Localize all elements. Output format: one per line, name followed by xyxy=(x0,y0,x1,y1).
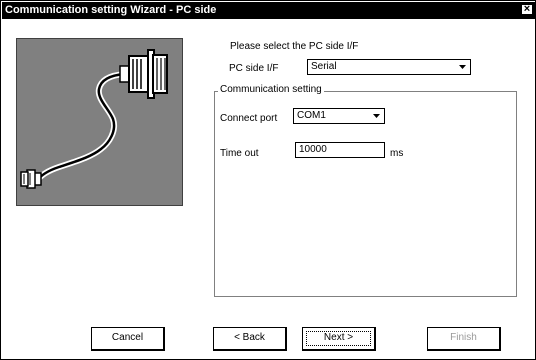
time-out-label: Time out xyxy=(220,148,259,159)
window-title: Communication setting Wizard - PC side xyxy=(5,4,217,16)
connect-port-select[interactable]: COM1 xyxy=(293,108,385,124)
connect-port-label: Connect port xyxy=(220,113,278,124)
title-bar[interactable]: Communication setting Wizard - PC side × xyxy=(2,2,535,18)
next-button[interactable]: Next > xyxy=(302,327,376,351)
finish-button[interactable]: Finish xyxy=(427,327,501,351)
chevron-down-icon[interactable] xyxy=(456,61,469,73)
focus-rect xyxy=(306,331,371,346)
time-out-value: 10000 xyxy=(299,144,327,155)
pc-side-if-value: Serial xyxy=(311,61,337,72)
pc-side-if-label: PC side I/F xyxy=(229,63,279,74)
wizard-window: Communication setting Wizard - PC side × xyxy=(0,0,536,360)
cancel-button[interactable]: Cancel xyxy=(91,327,165,351)
connect-port-value: COM1 xyxy=(297,110,326,121)
close-button[interactable]: × xyxy=(521,4,533,15)
communication-setting-title: Communication setting xyxy=(218,84,324,96)
title-separator xyxy=(2,18,535,19)
chevron-down-icon[interactable] xyxy=(370,110,383,122)
serial-cable-illustration xyxy=(20,49,168,189)
time-out-input[interactable]: 10000 xyxy=(295,142,385,158)
prompt-text: Please select the PC side I/F xyxy=(230,41,359,52)
serial-cable-icon xyxy=(16,38,183,206)
back-button[interactable]: < Back xyxy=(213,327,287,351)
pc-side-if-select[interactable]: Serial xyxy=(307,59,471,75)
time-out-unit: ms xyxy=(390,148,404,159)
